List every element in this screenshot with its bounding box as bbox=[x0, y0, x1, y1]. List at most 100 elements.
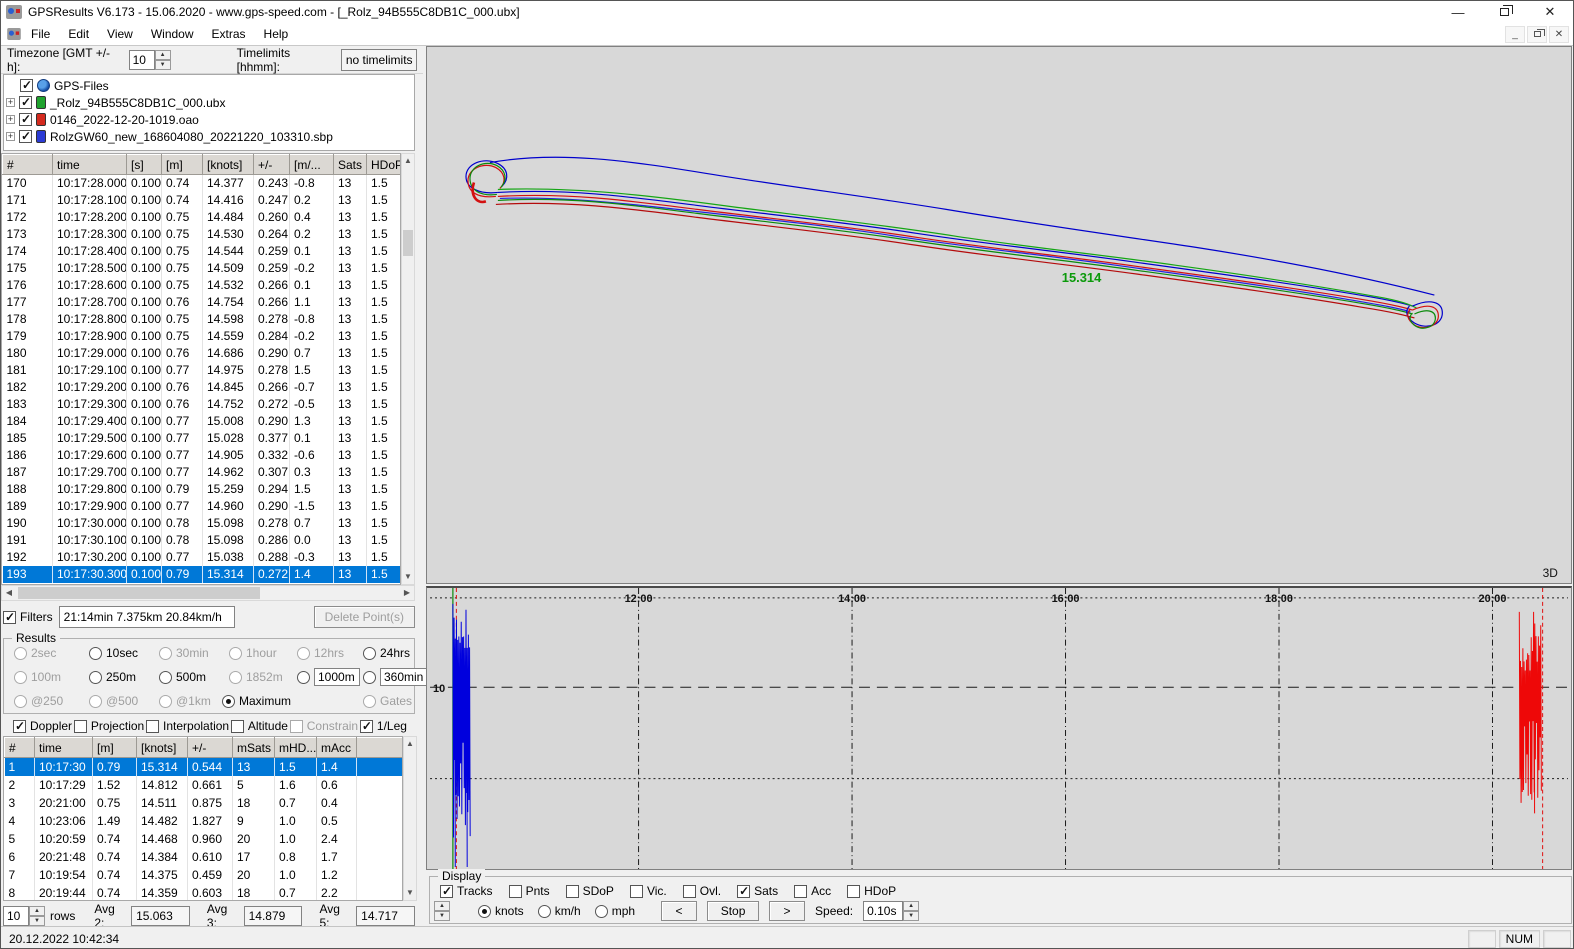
spin-down-icon[interactable]: ▼ bbox=[29, 916, 45, 926]
stop-button[interactable]: Stop bbox=[707, 901, 759, 921]
column-header[interactable]: [m] bbox=[162, 155, 203, 175]
spin-down-icon[interactable]: ▼ bbox=[155, 60, 171, 70]
radio-24hrs[interactable]: 24hrs bbox=[363, 646, 410, 660]
table-row[interactable]: 18410:17:29.4000.1000.7715.0080.2901.313… bbox=[3, 413, 402, 430]
table-row[interactable]: 17510:17:28.5000.1000.7514.5090.259-0.21… bbox=[3, 260, 402, 277]
column-header[interactable]: time bbox=[53, 155, 127, 175]
column-header[interactable]: mSats bbox=[233, 738, 275, 758]
radio-360min[interactable]: 360min bbox=[363, 668, 427, 686]
table-row[interactable]: 620:21:480.7414.3840.610170.81.7 bbox=[5, 848, 404, 866]
speed-value[interactable]: 0.10s bbox=[863, 901, 903, 921]
step-forward-button[interactable]: > bbox=[769, 901, 805, 921]
table-row[interactable]: 17710:17:28.7000.1000.7614.7540.2661.113… bbox=[3, 294, 402, 311]
spin-up-icon[interactable]: ▲ bbox=[29, 906, 45, 916]
table-row[interactable]: 17210:17:28.2000.1000.7514.4840.2600.413… bbox=[3, 209, 402, 226]
scroll-thumb[interactable] bbox=[403, 230, 413, 256]
table-row[interactable]: 710:19:540.7414.3750.459201.01.2 bbox=[5, 866, 404, 884]
checkbox-glyph[interactable] bbox=[19, 113, 32, 126]
scroll-down-icon[interactable]: ▼ bbox=[402, 570, 414, 584]
table-row[interactable]: 110:17:300.7915.3140.544131.51.4 bbox=[5, 758, 404, 776]
checkbox-altitude[interactable]: Altitude bbox=[231, 719, 288, 733]
column-header[interactable]: # bbox=[3, 155, 53, 175]
table-row[interactable]: 18110:17:29.1000.1000.7714.9750.2781.513… bbox=[3, 362, 402, 379]
table-row[interactable]: 19310:17:30.3000.1000.7915.3140.2721.413… bbox=[3, 566, 402, 583]
scroll-up-icon[interactable]: ▲ bbox=[402, 154, 414, 168]
column-header[interactable]: [s] bbox=[127, 155, 162, 175]
track-map-panel[interactable]: 15.314 3D bbox=[426, 46, 1572, 584]
speed-graph-panel[interactable]: 12:00 14:00 16:00 18:00 20:00 10 bbox=[426, 586, 1572, 870]
table-row[interactable]: 17310:17:28.3000.1000.7514.5300.2640.213… bbox=[3, 226, 402, 243]
restore-button[interactable] bbox=[1481, 1, 1527, 23]
tree-file-label[interactable]: RolzGW60_new_168604080_20221220_103310.s… bbox=[50, 130, 333, 144]
timelimits-value[interactable]: no timelimits bbox=[341, 49, 417, 71]
column-header[interactable]: [knots] bbox=[203, 155, 254, 175]
tree-root-item[interactable]: GPS-Files bbox=[6, 77, 412, 94]
option-input[interactable]: 360min bbox=[380, 668, 427, 686]
spin-up-icon[interactable]: ▲ bbox=[903, 901, 919, 911]
checkbox-acc[interactable]: Acc bbox=[794, 884, 831, 898]
radio-10sec[interactable]: 10sec bbox=[89, 646, 159, 660]
mdi-restore-button[interactable] bbox=[1527, 26, 1547, 43]
checkbox-vic-[interactable]: Vic. bbox=[630, 884, 667, 898]
menu-item-file[interactable]: File bbox=[22, 24, 59, 44]
checkbox-glyph[interactable] bbox=[19, 96, 32, 109]
table-row[interactable]: 820:19:440.7414.3590.603180.72.2 bbox=[5, 884, 404, 902]
checkbox-sdop[interactable]: SDoP bbox=[566, 884, 614, 898]
checkbox-interpolation[interactable]: Interpolation bbox=[146, 719, 229, 733]
radio-1000m[interactable]: 1000m bbox=[297, 668, 363, 686]
scroll-thumb[interactable] bbox=[18, 587, 260, 599]
column-header[interactable] bbox=[357, 738, 404, 758]
mdi-close-button[interactable]: ✕ bbox=[1549, 26, 1569, 43]
tree-file-item[interactable]: +0146_2022-12-20-1019.oao bbox=[6, 111, 412, 128]
checkbox-ovl-[interactable]: Ovl. bbox=[683, 884, 721, 898]
option-input[interactable]: 1000m bbox=[314, 668, 360, 686]
menu-item-extras[interactable]: Extras bbox=[203, 24, 255, 44]
tree-file-item[interactable]: + RolzGW60_new_168604080_20221220_103310.… bbox=[6, 128, 412, 145]
results-table-scrollbar[interactable]: ▲ ▼ bbox=[403, 736, 417, 901]
radio-km-h[interactable]: km/h bbox=[538, 904, 581, 918]
column-header[interactable]: Sats bbox=[334, 155, 367, 175]
column-header[interactable]: mAcc bbox=[317, 738, 357, 758]
zoom-spinner[interactable]: ▲▼ bbox=[434, 901, 450, 921]
column-header[interactable]: [knots] bbox=[137, 738, 188, 758]
tree-file-label[interactable]: _Rolz_94B555C8DB1C_000.ubx bbox=[50, 96, 225, 110]
checkbox-projection[interactable]: Projection bbox=[74, 719, 144, 733]
table-row[interactable]: 17810:17:28.8000.1000.7514.5980.278-0.81… bbox=[3, 311, 402, 328]
menu-item-window[interactable]: Window bbox=[142, 24, 203, 44]
tree-root-label[interactable]: GPS-Files bbox=[54, 79, 109, 93]
table-row[interactable]: 510:20:590.7414.4680.960201.02.4 bbox=[5, 830, 404, 848]
table-row[interactable]: 18010:17:29.0000.1000.7614.6860.2900.713… bbox=[3, 345, 402, 362]
menu-item-edit[interactable]: Edit bbox=[59, 24, 98, 44]
column-header[interactable]: +/- bbox=[188, 738, 233, 758]
column-header[interactable]: time bbox=[35, 738, 93, 758]
table-row[interactable]: 17610:17:28.6000.1000.7514.5320.2660.113… bbox=[3, 277, 402, 294]
table-row[interactable]: 18210:17:29.2000.1000.7614.8450.266-0.71… bbox=[3, 379, 402, 396]
table-row[interactable]: 18810:17:29.8000.1000.7915.2590.2941.513… bbox=[3, 481, 402, 498]
spin-up-icon[interactable]: ▲ bbox=[434, 901, 450, 911]
table-row[interactable]: 17410:17:28.4000.1000.7514.5440.2590.113… bbox=[3, 243, 402, 260]
column-header[interactable]: HDoP bbox=[367, 155, 402, 175]
menu-item-view[interactable]: View bbox=[98, 24, 142, 44]
table-row[interactable]: 17110:17:28.1000.1000.7414.4160.2470.213… bbox=[3, 192, 402, 209]
checkbox-pnts[interactable]: Pnts bbox=[509, 884, 550, 898]
checkbox-hdop[interactable]: HDoP bbox=[847, 884, 896, 898]
table-row[interactable]: 18510:17:29.5000.1000.7715.0280.3770.113… bbox=[3, 430, 402, 447]
rows-spinner[interactable]: 10 ▲▼ bbox=[3, 906, 45, 926]
radio-500m[interactable]: 500m bbox=[159, 670, 229, 684]
column-header[interactable]: # bbox=[5, 738, 35, 758]
tree-file-label[interactable]: 0146_2022-12-20-1019.oao bbox=[50, 113, 199, 127]
radio-250m[interactable]: 250m bbox=[89, 670, 159, 684]
filters-summary-input[interactable]: 21:14min 7.375km 20.84km/h bbox=[59, 606, 235, 628]
column-header[interactable]: +/- bbox=[254, 155, 290, 175]
radio-mph[interactable]: mph bbox=[595, 904, 635, 918]
checkbox-filters[interactable]: Filters bbox=[3, 610, 53, 624]
checkbox-doppler[interactable]: Doppler bbox=[13, 719, 72, 733]
table-row[interactable]: 18610:17:29.6000.1000.7714.9050.332-0.61… bbox=[3, 447, 402, 464]
delete-points-button[interactable]: Delete Point(s) bbox=[314, 606, 415, 628]
expand-icon[interactable]: + bbox=[6, 132, 15, 141]
expand-icon[interactable]: + bbox=[6, 98, 15, 107]
column-header[interactable]: [m/... bbox=[290, 155, 334, 175]
radio-knots[interactable]: knots bbox=[478, 904, 524, 918]
table-row[interactable]: 19210:17:30.2000.1000.7715.0380.288-0.31… bbox=[3, 549, 402, 566]
timezone-value[interactable]: 10 bbox=[129, 50, 155, 70]
